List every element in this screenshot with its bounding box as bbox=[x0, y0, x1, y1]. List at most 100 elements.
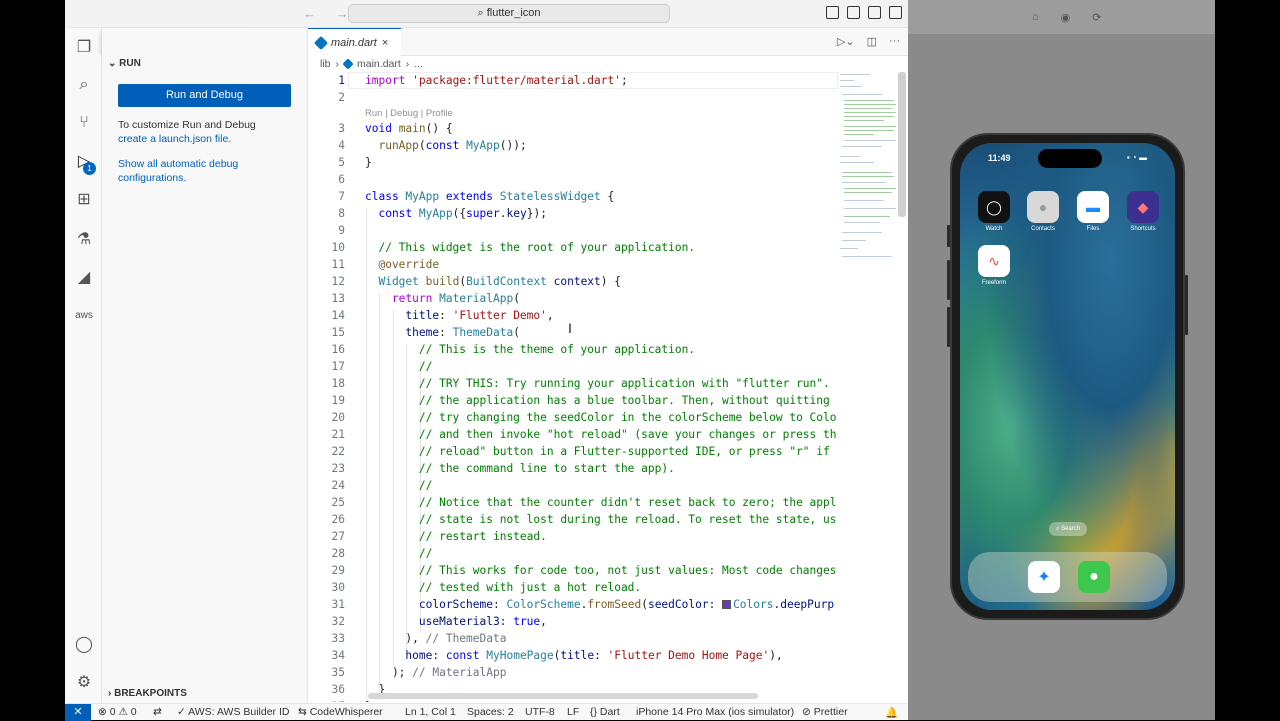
layout-controls bbox=[826, 6, 902, 19]
encoding[interactable]: UTF-8 bbox=[525, 706, 555, 718]
codewhisperer-label: CodeWhisperer bbox=[309, 706, 383, 718]
tab-label: main.dart bbox=[331, 36, 377, 49]
titlebar: ← → ⌕ flutter_icon bbox=[65, 0, 908, 28]
settings-gear-icon[interactable]: ⚙ bbox=[73, 671, 95, 693]
activity-bar: ❐ ⌕ ⑂ ▷ 1 ⊞ ⚗ ◢ aws ◯ ⚙ bbox=[65, 28, 102, 703]
breadcrumb: lib › main.dart › ... bbox=[320, 58, 424, 70]
cursor-position[interactable]: Ln 1, Col 1 bbox=[405, 706, 456, 718]
video-letterbox-right bbox=[1215, 0, 1280, 720]
extensions-icon[interactable]: ⊞ bbox=[73, 188, 95, 210]
split-editor-icon[interactable]: ◫ bbox=[867, 35, 877, 48]
editor-group: main.dart × ▷⌄ ◫ ··· lib › main.dart › ...… bbox=[308, 28, 908, 703]
status-icons: ▪ ◔ ▬ bbox=[1126, 153, 1147, 162]
tab-main-dart[interactable]: main.dart × bbox=[308, 28, 401, 56]
codelens-run-debug-profile[interactable]: Run | Debug | Profile bbox=[365, 108, 453, 119]
color-swatch[interactable] bbox=[722, 600, 732, 609]
app-shortcuts[interactable]: ◆ Shortcuts bbox=[1127, 191, 1159, 232]
codewhisperer-status[interactable]: ⇆ CodeWhisperer bbox=[298, 706, 383, 718]
customize-label: To customize Run and Debug bbox=[118, 119, 256, 131]
app-contacts[interactable]: ● Contacts bbox=[1027, 191, 1059, 232]
prettier-label: Prettier bbox=[813, 706, 848, 718]
prettier-status[interactable]: ⊘ Prettier bbox=[802, 706, 848, 718]
vertical-scrollbar[interactable] bbox=[898, 72, 906, 217]
language-mode[interactable]: {} Dart bbox=[590, 706, 620, 718]
iphone-simulator: 11:49 ▪ ◔ ▬ ◯ Watch ● Contacts ▬ Files ◆… bbox=[947, 133, 1188, 620]
app-watch[interactable]: ◯ Watch bbox=[978, 191, 1010, 232]
dart-file-icon bbox=[342, 58, 354, 70]
flutter-icon[interactable]: ◢ bbox=[73, 266, 95, 288]
horizontal-scrollbar[interactable] bbox=[368, 693, 758, 699]
aws-connection-label: AWS: AWS Builder ID bbox=[188, 706, 290, 718]
remote-indicator-icon[interactable]: ✕ bbox=[65, 704, 91, 721]
freeform-icon: ∿ bbox=[978, 245, 1010, 277]
run-debug-sidebar: ··· ⌄ RUN Run and Debug To customize Run… bbox=[102, 28, 332, 703]
account-icon[interactable]: ◯ bbox=[73, 633, 95, 655]
search-pill-label: Search bbox=[1061, 526, 1081, 532]
toggle-panel-icon[interactable] bbox=[847, 6, 860, 19]
dock: ✦ ● bbox=[968, 552, 1167, 602]
toggle-sidebar-icon[interactable] bbox=[826, 6, 839, 19]
mouse-cursor-icon: I bbox=[568, 320, 572, 336]
device-selector[interactable]: iPhone 14 Pro Max (ios simulator) bbox=[636, 706, 794, 718]
tab-bar: main.dart × ▷⌄ ◫ ··· bbox=[308, 28, 908, 56]
notifications-bell-icon[interactable]: 🔔 bbox=[885, 706, 898, 719]
run-section-header[interactable]: ⌄ RUN bbox=[108, 58, 141, 69]
create-launch-json-link[interactable]: create a launch.json file. bbox=[118, 133, 231, 145]
watch-icon: ◯ bbox=[978, 191, 1010, 223]
side-button bbox=[1185, 275, 1188, 335]
video-letterbox-left bbox=[0, 0, 65, 720]
line-number: 1 bbox=[338, 74, 345, 87]
action-button bbox=[947, 225, 950, 247]
run-header-label: RUN bbox=[119, 58, 141, 69]
customize-text: To customize Run and Debug create a laun… bbox=[118, 118, 298, 146]
command-center-label: flutter_icon bbox=[486, 7, 541, 19]
simulator-toolbar-icons: ⌂ ◉ ⟳ bbox=[1032, 11, 1101, 24]
customize-layout-icon[interactable] bbox=[889, 6, 902, 19]
status-time: 11:49 bbox=[988, 153, 1011, 163]
testing-icon[interactable]: ⚗ bbox=[73, 228, 95, 250]
messages-icon[interactable]: ● bbox=[1078, 561, 1110, 593]
breadcrumb-symbol[interactable]: ... bbox=[414, 58, 423, 70]
explorer-icon[interactable]: ❐ bbox=[73, 36, 95, 58]
command-center[interactable]: ⌕ flutter_icon bbox=[348, 4, 670, 23]
tab-close-icon[interactable]: × bbox=[382, 37, 388, 49]
shortcuts-icon: ◆ bbox=[1127, 191, 1159, 223]
problems-indicator[interactable]: ⊗ 0 ⚠ 0 bbox=[98, 706, 137, 718]
aws-connection[interactable]: ✓ AWS: AWS Builder ID bbox=[177, 706, 289, 718]
more-actions-icon[interactable]: ··· bbox=[889, 35, 900, 48]
end-of-line[interactable]: LF bbox=[567, 706, 579, 718]
home-icon[interactable]: ⌂ bbox=[1032, 11, 1039, 24]
show-automatic-debug-link[interactable]: Show all automatic debug configurations. bbox=[118, 157, 258, 185]
dynamic-island bbox=[1038, 149, 1102, 168]
app-freeform[interactable]: ∿ Freeform bbox=[978, 245, 1010, 286]
breakpoints-label: BREAKPOINTS bbox=[114, 688, 187, 699]
screenshot-icon[interactable]: ◉ bbox=[1061, 11, 1071, 24]
editor-actions: ▷⌄ ◫ ··· bbox=[837, 35, 900, 48]
aws-icon[interactable]: aws bbox=[73, 304, 95, 326]
files-icon: ▬ bbox=[1077, 191, 1109, 223]
volume-down-button bbox=[947, 307, 950, 347]
breakpoints-header[interactable]: › BREAKPOINTS bbox=[108, 688, 187, 699]
status-bar: ✕ ⊗ 0 ⚠ 0 ⇄ ✓ AWS: AWS Builder ID ⇆ Code… bbox=[65, 703, 908, 721]
contacts-icon: ● bbox=[1027, 191, 1059, 223]
run-and-debug-button[interactable]: Run and Debug bbox=[118, 84, 291, 107]
dart-file-icon bbox=[313, 35, 329, 50]
code-editor[interactable]: Run | Debug | Profile 1 import 'package:f… bbox=[308, 72, 838, 702]
debug-badge: 1 bbox=[83, 162, 96, 175]
vscode-window: ← → ⌕ flutter_icon ❐ ⌕ ⑂ ▷ 1 ⊞ ⚗ ◢ aws ◯… bbox=[65, 0, 908, 720]
toggle-secondary-sidebar-icon[interactable] bbox=[868, 6, 881, 19]
ports-icon[interactable]: ⇄ bbox=[153, 706, 162, 718]
iphone-screen[interactable]: 11:49 ▪ ◔ ▬ ◯ Watch ● Contacts ▬ Files ◆… bbox=[960, 143, 1175, 610]
search-icon[interactable]: ⌕ bbox=[73, 74, 95, 96]
breadcrumb-file[interactable]: main.dart bbox=[357, 58, 401, 70]
minimap[interactable] bbox=[838, 72, 898, 272]
breadcrumb-lib[interactable]: lib bbox=[320, 58, 331, 70]
volume-up-button bbox=[947, 260, 950, 300]
run-menu-icon[interactable]: ▷⌄ bbox=[837, 35, 855, 48]
home-search-pill[interactable]: ⌕ Search bbox=[1049, 522, 1087, 536]
indentation[interactable]: Spaces: 2 bbox=[467, 706, 514, 718]
source-control-icon[interactable]: ⑂ bbox=[73, 112, 95, 134]
rotate-icon[interactable]: ⟳ bbox=[1092, 11, 1101, 24]
safari-icon[interactable]: ✦ bbox=[1028, 561, 1060, 593]
app-files[interactable]: ▬ Files bbox=[1077, 191, 1109, 232]
